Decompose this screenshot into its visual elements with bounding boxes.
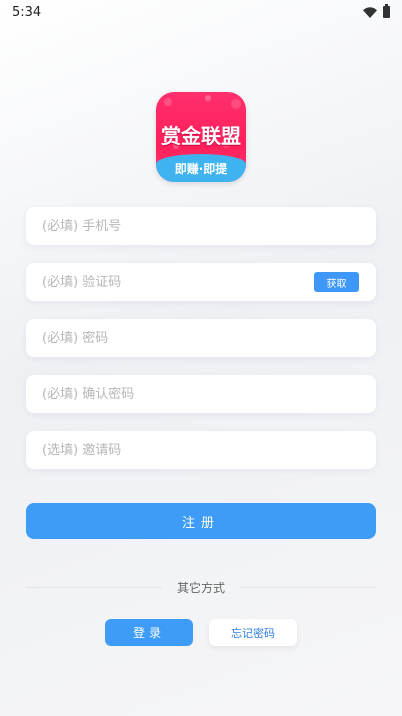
password-input[interactable] [42, 330, 360, 346]
phone-field[interactable] [26, 207, 376, 245]
status-bar: 5:34 [0, 0, 402, 24]
divider-right [240, 587, 376, 588]
verification-code-input[interactable] [42, 274, 360, 290]
wifi-icon [363, 6, 377, 18]
invite-code-input[interactable] [42, 442, 360, 458]
password-field[interactable] [26, 319, 376, 357]
logo-banner: 即赚·即提 [156, 154, 246, 182]
phone-input[interactable] [42, 218, 360, 234]
forgot-password-button[interactable]: 忘记密码 [209, 619, 297, 646]
status-time: 5:34 [12, 4, 42, 20]
verification-code-field[interactable]: 获取 [26, 263, 376, 301]
status-icons [363, 4, 390, 18]
confirm-password-input[interactable] [42, 386, 360, 402]
logo-title: 赏金联盟 [161, 124, 241, 148]
logo-subtitle: 即赚·即提 [174, 161, 228, 176]
register-button[interactable]: 注册 [26, 503, 376, 539]
battery-icon [383, 4, 390, 18]
login-button[interactable]: 登录 [105, 619, 193, 646]
app-logo: 赏金联盟 即赚·即提 [156, 92, 246, 182]
confirm-password-field[interactable] [26, 375, 376, 413]
invite-code-field[interactable] [26, 431, 376, 469]
get-code-button[interactable]: 获取 [314, 272, 359, 292]
